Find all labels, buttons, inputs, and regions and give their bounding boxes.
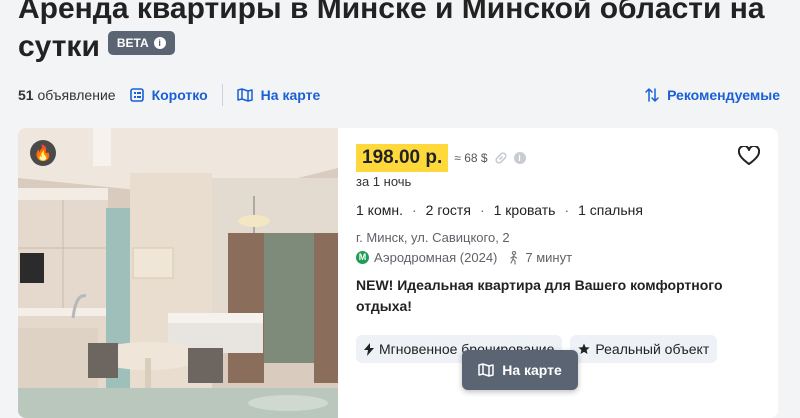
- results-count: 51 объявление: [18, 87, 116, 103]
- metro-info: М Аэродромная (2024) 7 минут: [356, 250, 756, 265]
- walk-icon: [510, 250, 518, 265]
- map-icon: [236, 88, 253, 102]
- apartment-photo: [18, 128, 338, 418]
- info-icon[interactable]: i: [513, 152, 526, 164]
- price-row: 198.00 р. ≈ 68 $ i: [356, 144, 756, 172]
- sort-button[interactable]: Рекомендуемые: [645, 87, 780, 103]
- results-count-number: 51: [18, 87, 34, 103]
- price: 198.00 р.: [356, 144, 449, 172]
- metro-station: Аэродромная (2024): [374, 250, 498, 265]
- walk-time: 7 минут: [525, 250, 573, 265]
- verified-object-chip: Реальный объект: [570, 335, 718, 363]
- listing-card[interactable]: 🔥 198.00 р. ≈ 68 $ i за 1 ночь 1 комн. ·…: [18, 128, 778, 418]
- beta-badge[interactable]: BETA i: [107, 31, 175, 56]
- star-icon: [578, 343, 591, 354]
- toolbar-divider: [221, 84, 223, 106]
- address: г. Минск, ул. Савицкого, 2: [356, 230, 510, 245]
- beta-label: BETA: [116, 36, 149, 51]
- sort-icon: [645, 88, 659, 102]
- listing-photo[interactable]: 🔥: [18, 128, 338, 418]
- floating-map-button[interactable]: На карте: [462, 350, 578, 390]
- results-count-label: объявление: [37, 87, 116, 103]
- price-period: за 1 ночь: [356, 174, 412, 189]
- floating-map-label: На карте: [502, 362, 562, 378]
- map-view-button[interactable]: На карте: [236, 87, 321, 103]
- listing-info: 198.00 р. ≈ 68 $ i за 1 ночь 1 комн. · 2…: [356, 144, 756, 363]
- param-rooms: 1 комн.: [356, 202, 403, 218]
- info-icon: i: [153, 37, 166, 50]
- page-title: Аренда квартиры в Минске и Минской облас…: [18, 0, 788, 66]
- param-guests: 2 гостя: [425, 202, 471, 218]
- lightning-icon: [364, 342, 374, 356]
- param-separator: ·: [564, 202, 570, 218]
- fire-icon: 🔥: [30, 140, 56, 166]
- metro-icon: М: [356, 251, 369, 264]
- results-toolbar: 51 объявление Коротко На карте Рекоменду…: [18, 84, 780, 106]
- listing-params: 1 комн. · 2 гостя · 1 кровать · 1 спальн…: [356, 202, 756, 218]
- sort-label: Рекомендуемые: [667, 87, 780, 103]
- param-beds: 1 кровать: [493, 202, 556, 218]
- chip-label: Реальный объект: [595, 341, 710, 357]
- short-view-button[interactable]: Коротко: [129, 87, 208, 103]
- price-usd: ≈ 68 $: [454, 151, 488, 165]
- param-bedrooms: 1 спальня: [578, 202, 643, 218]
- map-view-label: На карте: [260, 87, 321, 103]
- param-separator: ·: [479, 202, 485, 218]
- list-view-icon: [129, 88, 144, 102]
- listing-description[interactable]: NEW! Идеальная квартира для Вашего комфо…: [356, 275, 756, 317]
- favorite-heart-icon[interactable]: [738, 146, 760, 166]
- short-view-label: Коротко: [151, 87, 208, 103]
- map-icon: [478, 363, 494, 377]
- param-separator: ·: [412, 202, 417, 218]
- link-icon[interactable]: [494, 151, 508, 165]
